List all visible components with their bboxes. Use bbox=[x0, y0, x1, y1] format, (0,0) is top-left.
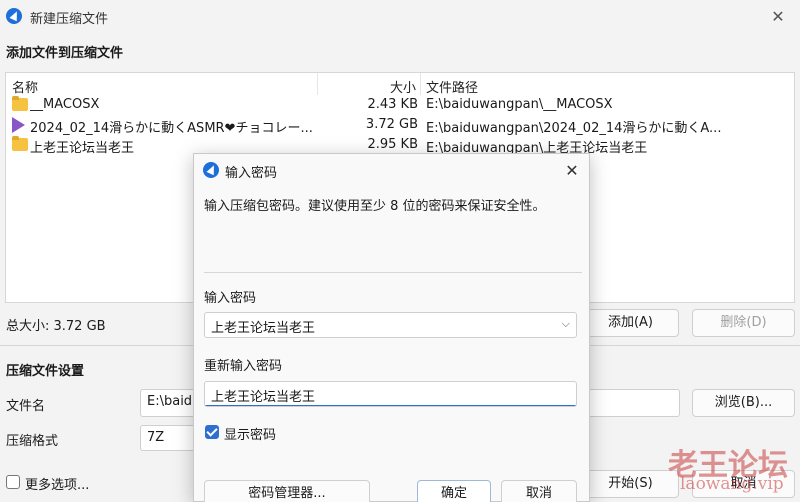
column-header-path[interactable]: 文件路径 bbox=[426, 77, 478, 96]
password-label: 输入密码 bbox=[204, 291, 257, 306]
app-logo-icon bbox=[6, 8, 22, 24]
filename-label: 文件名 bbox=[6, 399, 46, 414]
chevron-down-icon[interactable]: ⌵ bbox=[562, 317, 570, 331]
more-options-label[interactable]: 更多选项... bbox=[25, 474, 89, 493]
file-path: E:\baiduwangpan\__MACOSX bbox=[426, 97, 613, 112]
dialog-app-icon bbox=[203, 162, 219, 178]
column-divider[interactable] bbox=[420, 73, 421, 95]
password-input[interactable]: 上老王论坛当老王 ⌵ bbox=[204, 312, 577, 338]
add-button[interactable]: 添加(A) bbox=[582, 309, 679, 337]
reenter-password-label: 重新输入密码 bbox=[204, 359, 283, 374]
dialog-divider bbox=[204, 272, 582, 273]
column-header-size[interactable]: 大小 bbox=[390, 77, 416, 96]
show-password-checkbox[interactable] bbox=[205, 425, 219, 439]
file-size: 3.72 GB bbox=[365, 117, 418, 132]
table-row[interactable]: 2024_02_14滑らかに動くASMR❤チョコレー... 3.72 GB E:… bbox=[6, 115, 794, 136]
dialog-cancel-button[interactable]: 取消 bbox=[501, 480, 577, 502]
file-size: 2.43 KB bbox=[367, 97, 418, 112]
reenter-password-input[interactable]: 上老王论坛当老王 bbox=[204, 381, 577, 407]
dialog-description: 输入压缩包密码。建议使用至少 8 位的密码来保证安全性。 bbox=[204, 199, 546, 214]
table-row[interactable]: __MACOSX 2.43 KB E:\baiduwangpan\__MACOS… bbox=[6, 95, 794, 115]
add-files-heading: 添加文件到压缩文件 bbox=[6, 46, 124, 61]
reenter-password-value: 上老王论坛当老王 bbox=[211, 390, 316, 405]
focus-indicator bbox=[205, 405, 576, 406]
dialog-title: 输入密码 bbox=[225, 166, 278, 181]
title-bar: 新建压缩文件 ✕ bbox=[0, 0, 800, 34]
column-header-name[interactable]: 名称 bbox=[12, 77, 38, 96]
watermark-url: laowang.vip bbox=[680, 474, 784, 494]
more-options-checkbox[interactable] bbox=[6, 475, 20, 489]
window-title: 新建压缩文件 bbox=[30, 12, 109, 27]
password-manager-button[interactable]: 密码管理器... bbox=[204, 480, 370, 502]
password-value: 上老王论坛当老王 bbox=[211, 321, 316, 336]
folder-icon bbox=[12, 136, 28, 151]
file-name: __MACOSX bbox=[30, 97, 100, 112]
file-size: 2.95 KB bbox=[367, 137, 418, 152]
browse-button[interactable]: 浏览(B)... bbox=[692, 389, 795, 417]
file-path: E:\baiduwangpan\2024_02_14滑らかに動くA... bbox=[426, 121, 722, 136]
password-dialog: 输入密码 ✕ 输入压缩包密码。建议使用至少 8 位的密码来保证安全性。 输入密码… bbox=[193, 153, 590, 502]
file-name: 2024_02_14滑らかに動くASMR❤チョコレー... bbox=[30, 121, 313, 136]
dialog-close-button[interactable]: ✕ bbox=[558, 158, 586, 184]
format-label: 压缩格式 bbox=[6, 434, 59, 449]
window-close-button[interactable]: ✕ bbox=[760, 4, 796, 30]
delete-button[interactable]: 删除(D) bbox=[692, 309, 795, 337]
show-password-label[interactable]: 显示密码 bbox=[224, 424, 276, 443]
ok-button[interactable]: 确定 bbox=[417, 480, 491, 502]
start-button[interactable]: 开始(S) bbox=[582, 470, 679, 498]
total-size-label: 总大小: 3.72 GB bbox=[6, 319, 106, 334]
column-divider[interactable] bbox=[317, 73, 318, 95]
table-row[interactable]: 上老王论坛当老王 2.95 KB E:\baiduwangpan\上老王论坛当老… bbox=[6, 135, 794, 156]
archive-settings-heading: 压缩文件设置 bbox=[6, 364, 85, 379]
folder-icon bbox=[12, 96, 28, 111]
video-icon bbox=[12, 117, 25, 133]
